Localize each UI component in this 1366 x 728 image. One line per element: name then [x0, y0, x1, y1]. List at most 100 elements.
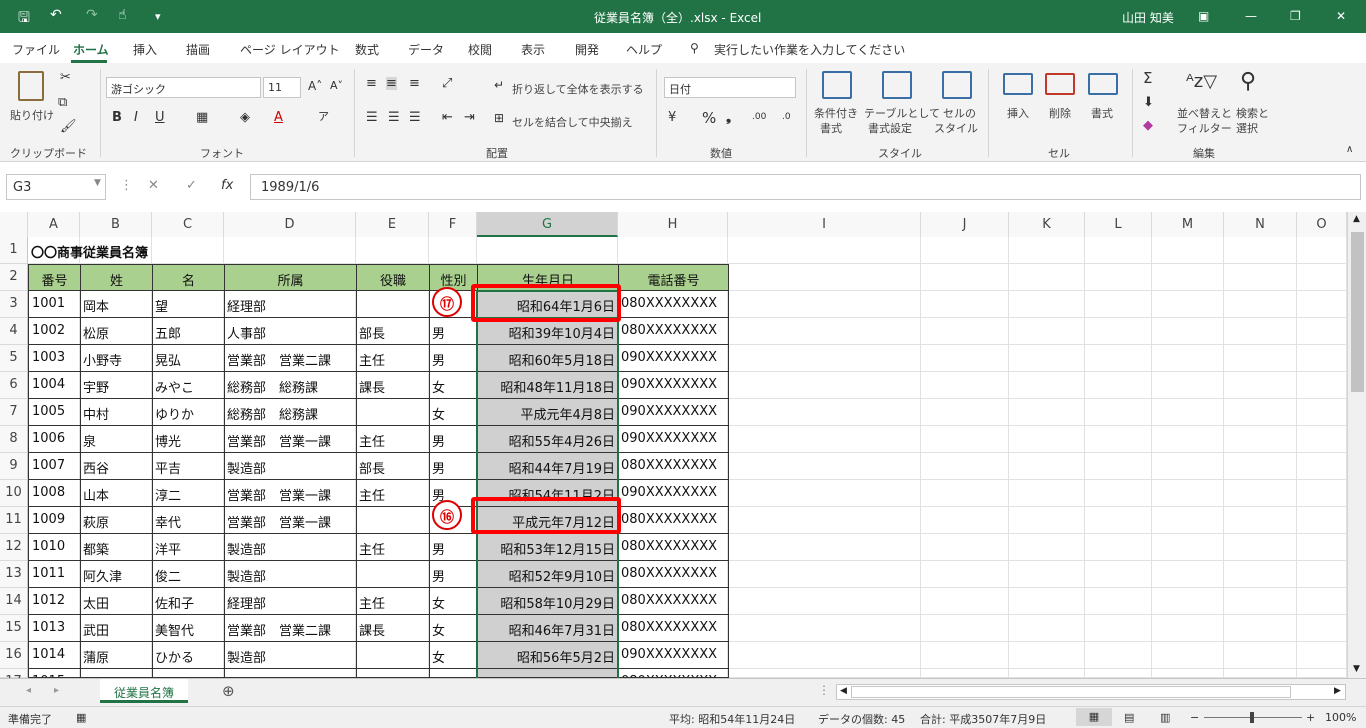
zoom-in-icon[interactable]: + [1306, 711, 1315, 724]
table-cell[interactable]: 武田 [80, 615, 153, 642]
column-header[interactable]: C [152, 212, 224, 237]
column-header[interactable]: H [618, 212, 728, 237]
shrink-font-icon[interactable]: A˅ [330, 80, 343, 91]
tab-file[interactable]: ファイル [12, 41, 60, 58]
table-cell[interactable] [356, 669, 430, 678]
name-box-dropdown-icon[interactable]: ▼ [94, 178, 101, 188]
zoom-out-icon[interactable]: − [1190, 711, 1199, 724]
align-bottom-icon[interactable]: ≡ [409, 77, 420, 90]
table-cell[interactable]: 営業部 営業二課 [224, 615, 357, 642]
table-cell[interactable]: 昭和58年10月29日 [477, 588, 619, 615]
scroll-up-icon[interactable]: ▲ [1353, 214, 1360, 224]
column-header[interactable]: F [429, 212, 477, 237]
cell[interactable] [1009, 426, 1085, 453]
row-header[interactable]: 7 [0, 399, 28, 426]
table-cell[interactable]: 080XXXXXXXX [618, 507, 729, 534]
table-cell[interactable]: 部長 [356, 318, 430, 345]
row-header[interactable]: 10 [0, 480, 28, 507]
column-header[interactable]: B [80, 212, 152, 237]
cell[interactable] [1297, 588, 1347, 615]
table-header-cell[interactable]: 役職 [356, 264, 430, 291]
table-header-cell[interactable]: 番号 [28, 264, 81, 291]
cell[interactable] [1085, 561, 1152, 588]
table-cell[interactable]: 男 [429, 345, 478, 372]
cell[interactable] [1297, 291, 1347, 318]
table-header-cell[interactable]: 電話番号 [618, 264, 729, 291]
cell[interactable] [1085, 264, 1152, 291]
cell[interactable] [1224, 345, 1297, 372]
cell[interactable] [728, 642, 921, 669]
wrap-text-button[interactable]: 折り返して全体を表示する [512, 81, 644, 97]
cell[interactable] [1009, 372, 1085, 399]
cell[interactable] [1152, 345, 1224, 372]
cell[interactable] [1152, 480, 1224, 507]
cell[interactable] [1085, 399, 1152, 426]
table-cell[interactable]: 1010 [28, 534, 81, 561]
prev-sheet-icon[interactable]: ◂ [26, 685, 31, 696]
table-cell[interactable]: 佐和子 [152, 588, 225, 615]
tab-page-layout[interactable]: ページ レイアウト [240, 41, 340, 58]
cell[interactable] [1009, 642, 1085, 669]
cell[interactable] [1297, 642, 1347, 669]
table-cell[interactable]: 俊二 [152, 561, 225, 588]
cell[interactable] [921, 507, 1009, 534]
cell[interactable] [728, 480, 921, 507]
table-cell[interactable]: 平成元年4月8日 [477, 399, 619, 426]
table-cell[interactable]: 男 [429, 318, 478, 345]
cell[interactable] [1297, 426, 1347, 453]
minimize-icon[interactable]: — [1245, 9, 1257, 23]
table-cell[interactable]: 経理部 [224, 291, 357, 318]
table-cell[interactable]: 男 [429, 669, 478, 678]
table-cell[interactable] [356, 399, 430, 426]
cell[interactable] [1297, 399, 1347, 426]
table-cell[interactable]: 1009 [28, 507, 81, 534]
table-cell[interactable]: 昭和63年3月12日 [477, 669, 619, 678]
formula-input[interactable]: 1989/1/6 [250, 174, 1361, 200]
row-header[interactable]: 8 [0, 426, 28, 453]
table-cell[interactable]: 西谷 [80, 453, 153, 480]
table-cell[interactable]: 男 [429, 453, 478, 480]
percent-icon[interactable]: % [702, 111, 716, 126]
table-cell[interactable]: 宇野 [80, 372, 153, 399]
bold-icon[interactable]: B [112, 111, 122, 124]
cell[interactable] [921, 642, 1009, 669]
table-cell[interactable]: 泉 [80, 426, 153, 453]
cell[interactable] [1009, 345, 1085, 372]
cell[interactable] [1297, 669, 1347, 678]
tab-help[interactable]: ヘルプ [626, 41, 662, 58]
cell[interactable] [728, 561, 921, 588]
insert-cells-button[interactable]: 挿入 [1007, 105, 1029, 121]
insert-function-icon[interactable]: fx [221, 178, 233, 193]
table-cell[interactable]: 1008 [28, 480, 81, 507]
cell[interactable] [921, 399, 1009, 426]
close-icon[interactable]: ✕ [1336, 9, 1346, 23]
font-color-icon[interactable]: A [274, 111, 283, 124]
cell[interactable] [1224, 669, 1297, 678]
cell[interactable] [921, 426, 1009, 453]
tab-home[interactable]: ホーム [73, 41, 109, 58]
table-cell[interactable]: 1012 [28, 588, 81, 615]
wrap-text-icon[interactable]: ↵ [494, 79, 504, 91]
cell[interactable] [1224, 561, 1297, 588]
font-name-select[interactable]: 游ゴシック [106, 77, 261, 98]
ribbon-display-icon[interactable]: ▣ [1198, 9, 1209, 23]
cell[interactable] [1152, 642, 1224, 669]
table-cell[interactable]: 昭和52年9月10日 [477, 561, 619, 588]
cell[interactable] [1152, 426, 1224, 453]
table-cell[interactable]: 昭和60年5月18日 [477, 345, 619, 372]
cell[interactable] [1085, 318, 1152, 345]
table-cell[interactable]: 人事部 [224, 318, 357, 345]
row-header[interactable]: 4 [0, 318, 28, 345]
undo-icon[interactable]: ↶ [50, 7, 62, 23]
cell[interactable] [1085, 426, 1152, 453]
format-painter-icon[interactable]: 🖌 [60, 120, 77, 133]
cell[interactable] [1009, 507, 1085, 534]
cell-styles-label-2[interactable]: スタイル [934, 120, 978, 136]
cell[interactable] [728, 588, 921, 615]
touch-mode-icon[interactable]: ☝ [118, 7, 127, 23]
table-header-cell[interactable]: 名 [152, 264, 225, 291]
cell[interactable] [728, 615, 921, 642]
cell[interactable] [728, 318, 921, 345]
cell[interactable] [921, 318, 1009, 345]
row-header[interactable]: 9 [0, 453, 28, 480]
